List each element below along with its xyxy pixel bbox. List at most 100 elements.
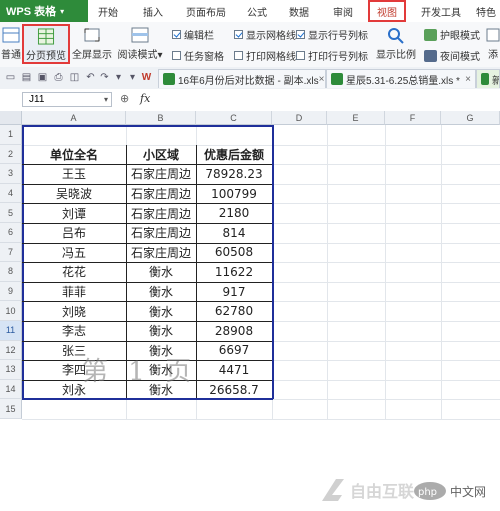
zoom-search-icon[interactable]: ⊕	[120, 92, 129, 105]
table-cell[interactable]: 石家庄周边	[126, 164, 196, 184]
app-menu-button[interactable]: WPS 表格 ▾	[0, 0, 88, 22]
table-cell[interactable]: 吴晓波	[22, 184, 126, 204]
new-file-icon[interactable]: ▭	[4, 71, 17, 84]
table-header-cell[interactable]: 单位全名	[22, 145, 126, 165]
table-cell[interactable]: 石家庄周边	[126, 243, 196, 263]
checkbox-checked-icon	[234, 30, 243, 39]
column-header[interactable]: D	[272, 111, 327, 125]
print-icon[interactable]: ⎙	[52, 71, 65, 84]
close-icon[interactable]: ×	[319, 74, 325, 85]
task-pane-checkbox[interactable]: 任务窗格	[172, 48, 224, 63]
menu-data[interactable]: 数据	[286, 0, 312, 22]
edit-bar-checkbox[interactable]: 编辑栏	[172, 27, 214, 42]
table-cell[interactable]: 衡水	[126, 301, 196, 321]
table-cell[interactable]: 冯五	[22, 243, 126, 263]
file-tab[interactable]: 新	[476, 69, 500, 88]
table-cell[interactable]: 917	[196, 282, 272, 302]
page-break-preview-button[interactable]: 分页预览	[22, 24, 70, 64]
table-cell[interactable]: 衡水	[126, 262, 196, 282]
row-header[interactable]: 1	[0, 125, 22, 145]
row-header[interactable]: 2	[0, 144, 22, 165]
menu-view[interactable]: 视图	[368, 0, 406, 22]
zoom-button[interactable]: 显示比例	[374, 24, 418, 64]
table-cell[interactable]: 衡水	[126, 321, 196, 341]
table-header-cell[interactable]: 优惠后金额	[196, 145, 272, 165]
row-header[interactable]: 5	[0, 203, 22, 223]
table-cell[interactable]: 26658.7	[196, 380, 272, 400]
menu-insert[interactable]: 插入	[140, 0, 166, 22]
normal-view-button[interactable]: 普通	[0, 24, 22, 64]
table-cell[interactable]: 衡水	[126, 282, 196, 302]
print-headers-checkbox[interactable]: 打印行号列标	[296, 48, 368, 63]
table-cell[interactable]: 78928.23	[196, 164, 272, 184]
show-headers-checkbox[interactable]: 显示行号列标	[296, 27, 368, 42]
row-header[interactable]: 10	[0, 301, 22, 321]
column-header[interactable]: G	[441, 111, 500, 125]
menu-home[interactable]: 开始	[96, 0, 120, 22]
file-tab[interactable]: 16年6月份后对比数据 - 副本.xls ×	[158, 69, 326, 88]
chevron-down-icon[interactable]: ▾	[104, 93, 108, 106]
table-cell[interactable]: 石家庄周边	[126, 203, 196, 223]
row-header[interactable]: 8	[0, 262, 22, 282]
eye-mode-button[interactable]: 护眼模式	[424, 27, 480, 42]
table-cell[interactable]: 100799	[196, 184, 272, 204]
menu-review[interactable]: 审阅	[330, 0, 356, 22]
table-cell[interactable]: 2180	[196, 203, 272, 223]
full-screen-button[interactable]: 全屏显示	[72, 24, 112, 64]
name-box[interactable]: J11 ▾	[22, 92, 112, 107]
table-cell[interactable]: 花花	[22, 262, 126, 282]
table-cell[interactable]: 814	[196, 223, 272, 243]
table-cell[interactable]: 60508	[196, 243, 272, 263]
select-all-corner[interactable]	[0, 111, 22, 125]
open-folder-icon[interactable]: ▤	[20, 71, 33, 84]
add-button[interactable]: 添	[486, 24, 500, 64]
print-gridlines-checkbox[interactable]: 打印网格线	[234, 48, 296, 63]
row-header[interactable]: 6	[0, 223, 22, 243]
table-cell[interactable]: 刘谭	[22, 203, 126, 223]
menu-formula[interactable]: 公式	[244, 0, 270, 22]
row-header[interactable]: 7	[0, 242, 22, 263]
quick-access-more-icon[interactable]: ▾	[112, 71, 125, 84]
column-header[interactable]: F	[385, 111, 441, 125]
row-header[interactable]: 13	[0, 360, 22, 380]
row-header[interactable]: 9	[0, 281, 22, 302]
table-cell[interactable]: 28908	[196, 321, 272, 341]
tab-list-icon[interactable]: ▾	[126, 71, 139, 84]
row-header[interactable]: 15	[0, 399, 22, 419]
column-header[interactable]: E	[327, 111, 385, 125]
file-tab[interactable]: 星辰5.31-6.25总销量.xls * ×	[326, 69, 476, 88]
row-header[interactable]: 12	[0, 340, 22, 361]
reading-mode-button[interactable]: 阅读模式▾	[114, 24, 166, 64]
table-cell[interactable]: 刘晓	[22, 301, 126, 321]
show-gridlines-checkbox[interactable]: 显示网格线	[234, 27, 296, 42]
close-icon[interactable]: ×	[465, 74, 471, 85]
table-cell[interactable]: 6697	[196, 341, 272, 361]
table-cell[interactable]: 石家庄周边	[126, 223, 196, 243]
table-cell[interactable]: 石家庄周边	[126, 184, 196, 204]
row-header[interactable]: 14	[0, 379, 22, 400]
table-cell[interactable]: 菲菲	[22, 282, 126, 302]
night-mode-button[interactable]: 夜间模式	[424, 48, 480, 63]
table-cell[interactable]: 4471	[196, 360, 272, 380]
menu-special[interactable]: 特色	[472, 0, 500, 22]
table-header-cell[interactable]: 小区域	[126, 145, 196, 165]
function-icon[interactable]: fx	[140, 92, 150, 105]
row-header[interactable]: 4	[0, 183, 22, 204]
table-cell[interactable]: 王玉	[22, 164, 126, 184]
row-header[interactable]: 3	[0, 164, 22, 184]
column-header[interactable]: A	[22, 111, 126, 125]
column-header[interactable]: C	[196, 111, 272, 125]
formula-input[interactable]	[158, 92, 496, 107]
print-preview-icon[interactable]: ◫	[68, 71, 81, 84]
table-cell[interactable]: 李志	[22, 321, 126, 341]
undo-icon[interactable]: ↶	[84, 71, 97, 84]
redo-icon[interactable]: ↷	[98, 71, 111, 84]
column-header[interactable]: B	[126, 111, 196, 125]
row-header[interactable]: 11	[0, 321, 22, 341]
menu-developer[interactable]: 开发工具	[418, 0, 464, 22]
table-cell[interactable]: 11622	[196, 262, 272, 282]
save-icon[interactable]: ▣	[36, 71, 49, 84]
table-cell[interactable]: 62780	[196, 301, 272, 321]
menu-page-layout[interactable]: 页面布局	[180, 0, 232, 22]
table-cell[interactable]: 吕布	[22, 223, 126, 243]
